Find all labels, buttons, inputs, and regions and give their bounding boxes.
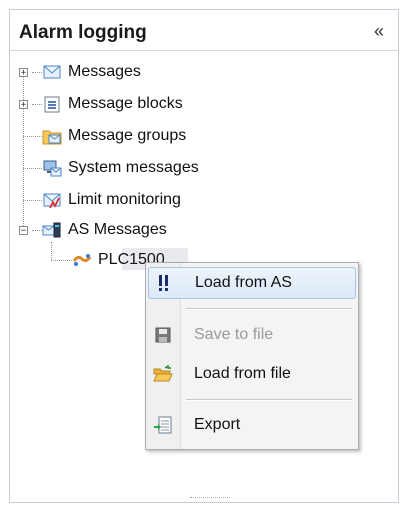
plc-icon — [72, 254, 92, 266]
tree-item-message-groups[interactable]: Message groups — [42, 122, 186, 150]
menu-item-label: Load from AS — [195, 274, 292, 291]
list-icon — [44, 96, 60, 113]
menu-separator-highlight — [186, 309, 352, 310]
tree-item-label: Message blocks — [68, 95, 183, 112]
menu-item-label: Save to file — [194, 326, 274, 343]
panel-header: Alarm logging « — [10, 10, 398, 51]
expand-message-blocks-toggle[interactable]: + — [19, 100, 28, 110]
collapse-icon[interactable]: « — [374, 21, 384, 42]
limit-envelope-icon — [43, 193, 61, 209]
menu-item-load-from-file[interactable]: Load from file — [148, 358, 356, 390]
open-folder-icon — [153, 365, 173, 382]
panel-title: Alarm logging — [19, 22, 147, 43]
exclamation-icon — [159, 275, 168, 291]
tree-item-limit-monitoring[interactable]: Limit monitoring — [42, 186, 181, 214]
resize-grip[interactable] — [190, 497, 230, 502]
menu-item-save-to-file[interactable]: Save to file — [148, 319, 356, 351]
tree-item-label: Message groups — [68, 127, 187, 144]
menu-item-load-from-as[interactable]: Load from AS — [148, 267, 356, 299]
tree-item-system-messages[interactable]: System messages — [42, 154, 199, 182]
tree-item-messages[interactable]: Messages — [42, 58, 141, 86]
as-messages-icon — [42, 222, 61, 238]
tree-item-label: System messages — [68, 159, 199, 176]
tree-item-label: Messages — [68, 63, 141, 80]
save-icon — [155, 327, 171, 343]
tree-item-label: Limit monitoring — [68, 191, 181, 208]
export-icon — [154, 416, 172, 434]
folder-envelope-icon — [42, 130, 62, 145]
context-menu: Load from AS Save to file Load from file — [145, 262, 359, 450]
menu-item-export[interactable]: Export — [148, 409, 356, 441]
expand-messages-toggle[interactable]: + — [19, 68, 28, 78]
tree-item-message-blocks[interactable]: Message blocks — [42, 90, 183, 118]
computer-icon — [43, 160, 62, 177]
tree-item-label: AS Messages — [68, 221, 167, 238]
collapse-as-messages-toggle[interactable]: − — [19, 226, 28, 236]
menu-separator-highlight — [186, 400, 352, 401]
menu-item-label: Load from file — [194, 365, 291, 382]
menu-item-label: Export — [194, 416, 241, 433]
tree-item-as-messages[interactable]: AS Messages — [42, 216, 167, 244]
envelope-icon — [43, 65, 61, 79]
